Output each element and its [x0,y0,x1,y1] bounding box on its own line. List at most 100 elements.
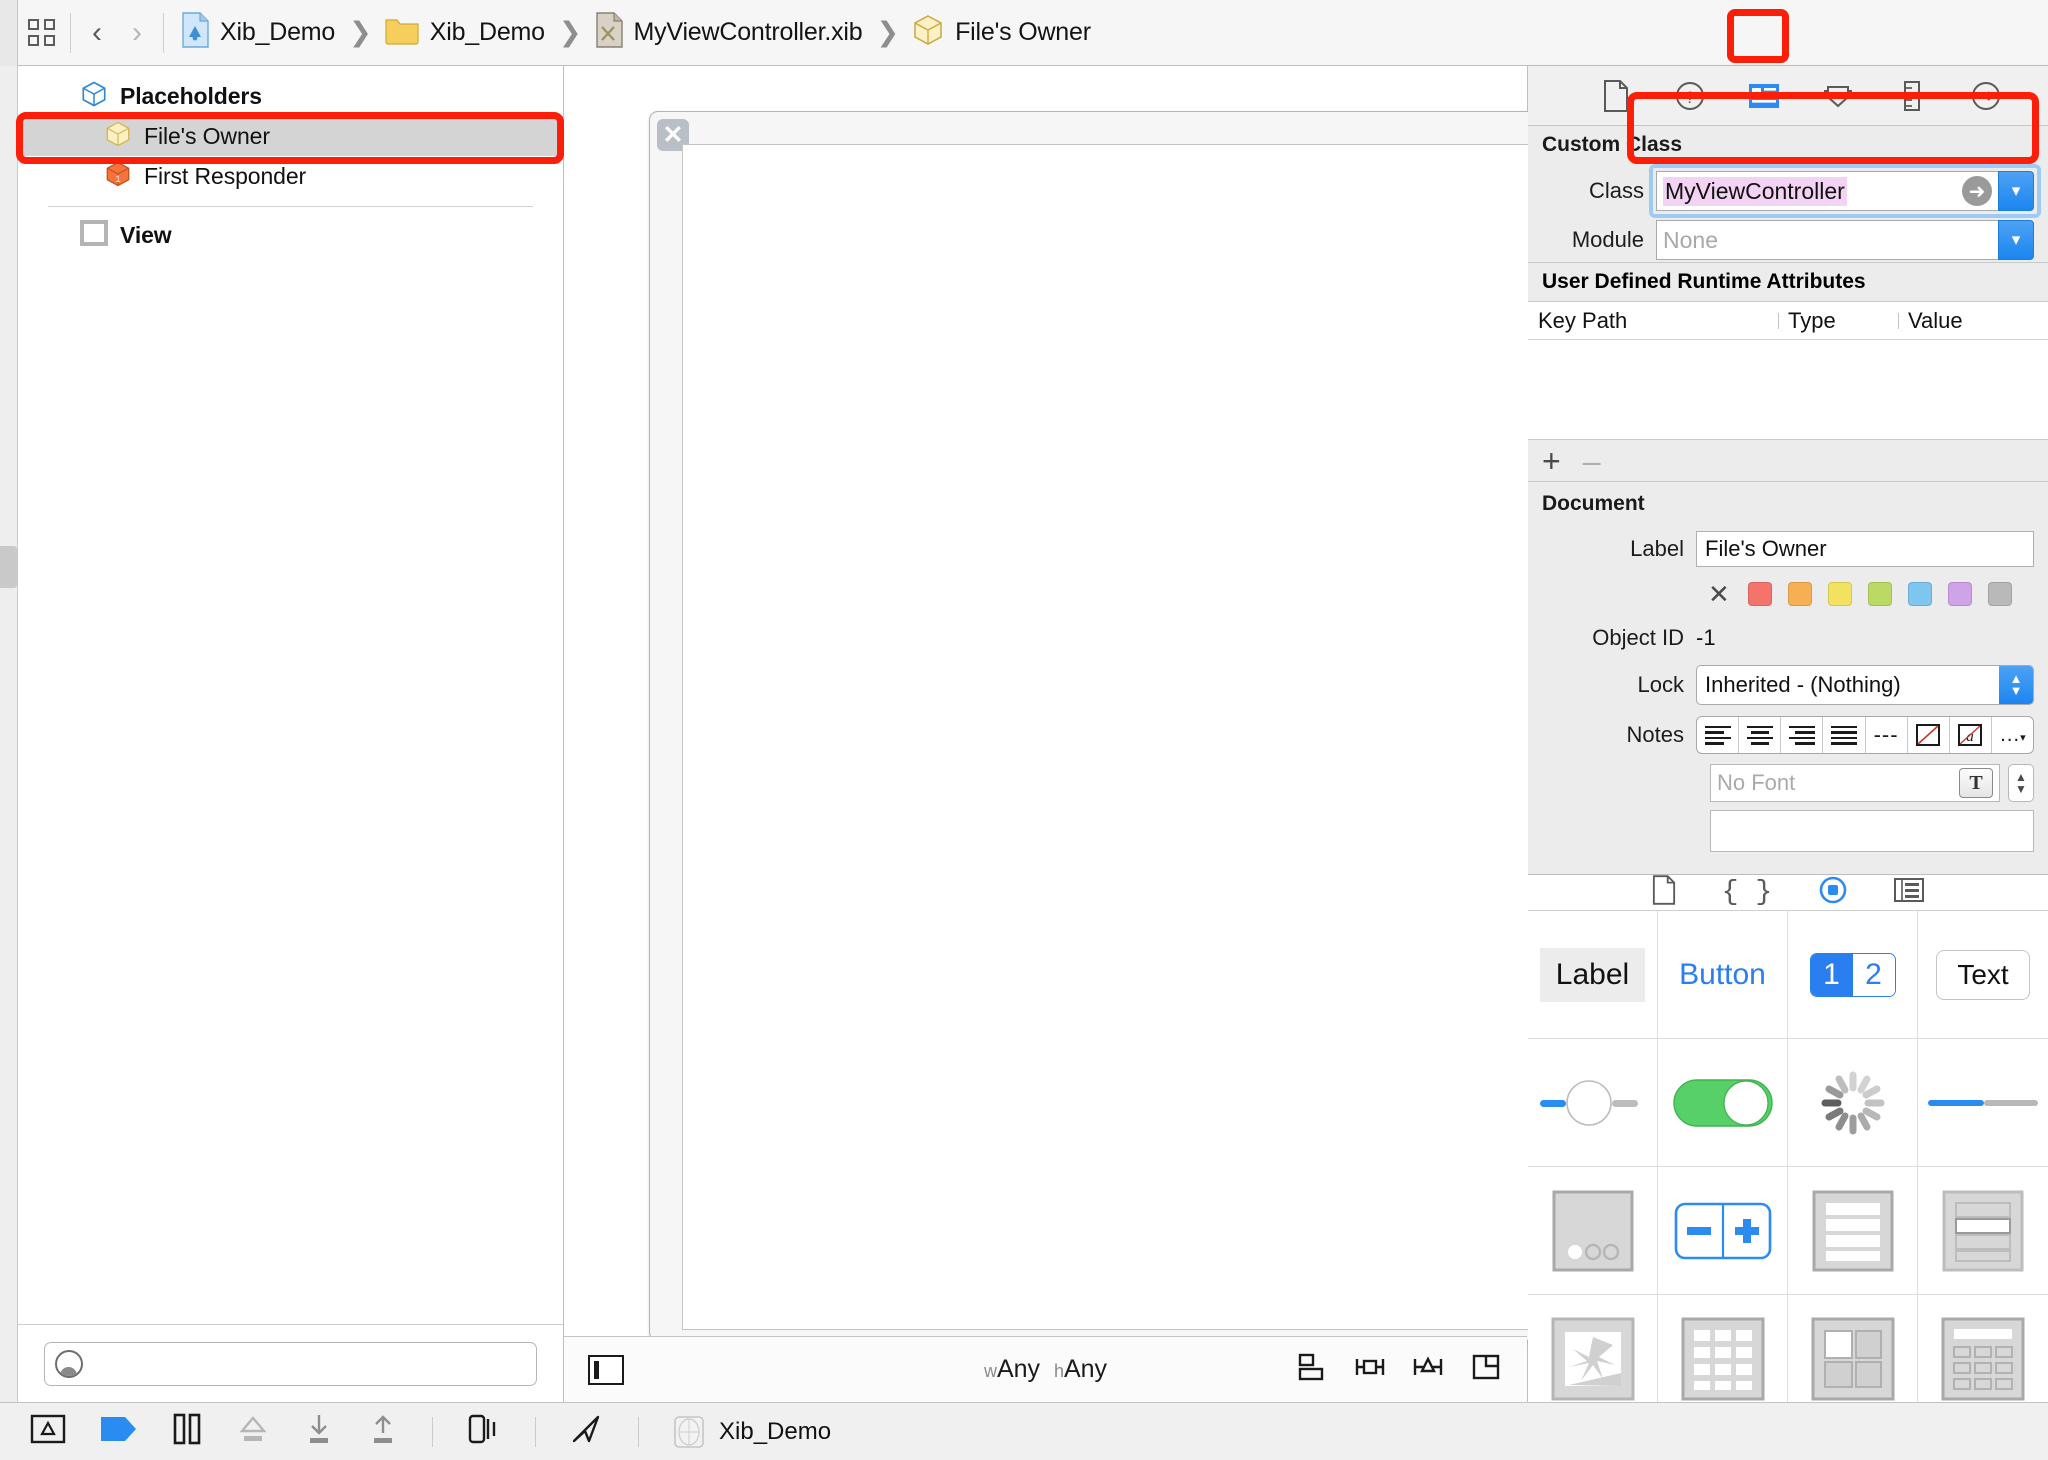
interface-builder-canvas[interactable]: ✕ [564,66,1564,1341]
outline-item-view[interactable]: View [18,215,563,255]
file-template-library-tab[interactable] [1652,875,1676,910]
xib-file-icon [594,12,624,53]
step-out-icon[interactable] [368,1413,398,1450]
library-item-image-view[interactable] [1528,1295,1658,1402]
button-object-preview: Button [1679,957,1766,991]
pause-icon[interactable] [172,1413,202,1450]
library-item-progress-view[interactable] [1918,1039,2048,1167]
swatch-yellow[interactable] [1827,582,1852,606]
swatch-blue[interactable] [1907,582,1932,606]
breadcrumb-item-files-owner[interactable]: File's Owner [911,0,1091,66]
swatch-orange[interactable] [1787,582,1812,606]
media-library-tab[interactable] [1894,877,1925,908]
breadcrumb-item-project[interactable]: Xib_Demo [180,0,335,66]
forward-button[interactable]: › [117,0,157,66]
chevron-down-icon[interactable]: ▾ [1998,220,2034,260]
align-justify-icon[interactable] [1823,717,1866,753]
library-item-stepper[interactable] [1658,1167,1788,1295]
document-outline-toggle-icon[interactable] [588,1354,624,1385]
align-center-icon[interactable] [1739,717,1782,753]
add-attribute-button[interactable]: + [1542,445,1561,477]
library-item-slider[interactable] [1528,1039,1658,1167]
lock-popup-button[interactable]: Inherited - (Nothing) ▲ ▼ [1696,665,2034,705]
view-surface[interactable] [682,144,1555,1330]
text-color-icon[interactable]: a [1950,717,1992,753]
library-item-collection-view[interactable] [1658,1295,1788,1402]
library-item-page-control[interactable] [1528,1167,1658,1295]
library-item-table-view-cell[interactable] [1918,1167,2048,1295]
pane-resize-handle[interactable] [0,546,17,588]
file-inspector-tab[interactable] [1596,76,1636,116]
notes-font-input[interactable]: No Font T [1710,764,2000,802]
dashes-icon[interactable]: --- [1866,717,1908,753]
document-outline-pane: Placeholders File's Owner 1 First Respon… [18,66,564,1402]
outline-item-first-responder[interactable]: 1 First Responder [18,156,563,196]
breadcrumb-item-folder[interactable]: Xib_Demo [384,0,545,66]
filter-icon [55,1349,83,1378]
no-color-icon[interactable] [1908,717,1950,753]
align-left-icon[interactable] [1697,717,1740,753]
jump-to-class-icon[interactable]: ➜ [1962,176,1992,206]
quick-help-tab[interactable]: ? [1670,76,1710,116]
library-item-switch[interactable] [1658,1039,1788,1167]
connections-inspector-tab[interactable] [1966,76,2006,116]
text-field-preview: Text [1936,949,2030,1000]
identity-inspector-tab[interactable] [1744,76,1784,116]
column-key-path[interactable]: Key Path [1528,308,1778,334]
show-assistant-editor-button[interactable] [18,0,64,66]
library-item-button[interactable]: Button [1658,911,1788,1039]
font-size-stepper[interactable]: ▲ ▼ [2008,764,2034,802]
breadcrumb-item-xib[interactable]: MyViewController.xib [594,0,863,66]
column-type[interactable]: Type [1778,308,1898,334]
swatch-red[interactable] [1747,582,1772,606]
chevron-updown-icon[interactable]: ▲ ▼ [1999,666,2033,704]
library-item-text-field[interactable]: Text [1918,911,2048,1039]
library-item-activity-indicator[interactable] [1788,1039,1918,1167]
view-debug-icon[interactable] [467,1413,501,1450]
swatch-gray[interactable] [1987,582,2012,606]
breakpoint-icon[interactable] [30,1414,66,1449]
back-button[interactable]: ‹ [77,0,117,66]
outline-filter-input[interactable] [44,1341,537,1386]
runtime-attributes-table-body[interactable] [1528,340,2048,440]
resolve-auto-layout-icon[interactable] [1469,1350,1503,1389]
view-canvas-frame[interactable]: ✕ [649,111,1564,1341]
segmented-control-preview: 1 2 [1809,952,1896,997]
document-label-input[interactable]: File's Owner [1696,531,2034,567]
library-item-table-view[interactable] [1788,1167,1918,1295]
notes-text-area[interactable] [1710,810,2034,852]
class-input[interactable]: MyViewController ➜ [1656,171,1998,211]
attributes-inspector-tab[interactable] [1818,76,1858,116]
step-into-icon[interactable] [304,1413,334,1450]
outline-filter-bar [18,1324,563,1402]
module-input[interactable]: None [1656,220,1998,260]
step-over-icon[interactable] [236,1414,270,1449]
outline-item-files-owner[interactable]: File's Owner [18,116,563,156]
class-combo[interactable]: MyViewController ➜ ▾ [1649,164,2041,218]
column-value[interactable]: Value [1898,308,2048,334]
outline-group-label: Placeholders [120,82,262,109]
swatch-green[interactable] [1867,582,1892,606]
swatch-purple[interactable] [1947,582,1972,606]
chevron-down-icon[interactable]: ▾ [1998,171,2034,211]
code-snippet-library-tab[interactable]: { } [1722,877,1772,908]
module-combo[interactable]: None ▾ [1656,220,2034,260]
outline-group-placeholders[interactable]: Placeholders [18,76,563,116]
simulate-location-icon[interactable] [570,1413,604,1450]
size-inspector-tab[interactable] [1892,76,1932,116]
more-options-icon[interactable]: …▾ [1992,717,2033,753]
embed-in-icon[interactable] [1353,1350,1387,1389]
library-item-collection-reusable-view[interactable] [1918,1295,2048,1402]
scheme-selector[interactable]: Xib_Demo [673,1415,831,1449]
update-frames-icon[interactable] [1295,1350,1329,1389]
align-icon[interactable] [1411,1350,1445,1389]
continue-icon[interactable] [100,1415,138,1448]
align-right-icon[interactable] [1781,717,1824,753]
object-library-tab[interactable] [1818,875,1848,910]
library-item-segmented-control[interactable]: 1 2 [1788,911,1918,1039]
font-panel-icon[interactable]: T [1959,768,1993,798]
library-item-label[interactable]: Label [1528,911,1658,1039]
clear-color-button[interactable]: ✕ [1708,581,1730,607]
remove-attribute-button[interactable]: – [1583,445,1601,477]
library-item-collection-view-cell[interactable] [1788,1295,1918,1402]
